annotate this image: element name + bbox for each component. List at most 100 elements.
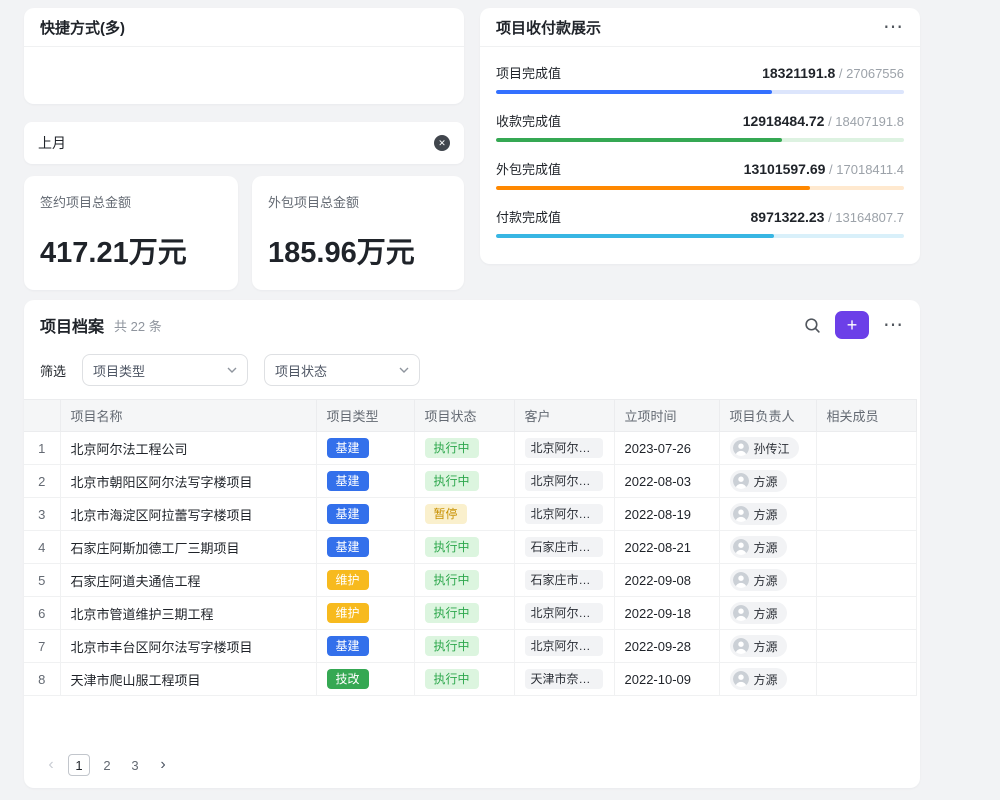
progress-row-line: 外包完成值13101597.69 / 17018411.4 bbox=[496, 159, 904, 179]
project-status-cell[interactable]: 执行中 bbox=[414, 564, 514, 597]
avatar bbox=[733, 539, 749, 555]
project-status-cell[interactable]: 执行中 bbox=[414, 630, 514, 663]
table-more-icon[interactable]: ⋯ bbox=[883, 315, 904, 335]
column-header-project-status[interactable]: 项目状态 bbox=[414, 400, 514, 432]
avatar bbox=[733, 638, 749, 654]
clear-filter-icon[interactable]: ✕ bbox=[434, 135, 450, 151]
project-type-cell[interactable]: 基建 bbox=[316, 498, 414, 531]
project-status-filter-label: 项目状态 bbox=[275, 361, 327, 380]
owner-cell[interactable]: 方源 bbox=[719, 630, 816, 663]
month-filter-select[interactable]: 上月 ✕ bbox=[24, 122, 464, 164]
members-cell[interactable] bbox=[816, 597, 916, 630]
project-name-cell[interactable]: 石家庄阿斯加德工厂三期项目 bbox=[60, 531, 316, 564]
members-cell[interactable] bbox=[816, 630, 916, 663]
customer-cell[interactable]: 北京阿尔法工程公司 bbox=[514, 630, 614, 663]
start-date-cell[interactable]: 2022-10-09 bbox=[614, 663, 719, 696]
members-cell[interactable] bbox=[816, 531, 916, 564]
project-type-cell[interactable]: 基建 bbox=[316, 432, 414, 465]
project-status-cell[interactable]: 执行中 bbox=[414, 663, 514, 696]
project-type-tag: 维护 bbox=[327, 603, 369, 623]
project-type-cell[interactable]: 基建 bbox=[316, 630, 414, 663]
owner-cell[interactable]: 方源 bbox=[719, 498, 816, 531]
column-header-owner[interactable]: 项目负责人 bbox=[719, 400, 816, 432]
payment-more-icon[interactable]: ⋯ bbox=[883, 17, 904, 37]
column-header-customer[interactable]: 客户 bbox=[514, 400, 614, 432]
table-row[interactable]: 5石家庄阿道夫通信工程维护执行中石家庄市A县2022-09-08方源 bbox=[24, 564, 916, 597]
project-status-cell[interactable]: 执行中 bbox=[414, 465, 514, 498]
project-type-cell[interactable]: 基建 bbox=[316, 531, 414, 564]
owner-chip: 方源 bbox=[730, 470, 787, 492]
progress-current-value: 18321191.8 bbox=[762, 65, 835, 81]
table-row[interactable]: 3北京市海淀区阿拉蕾写字楼项目基建暂停北京阿尔法工程公司2022-08-19方源 bbox=[24, 498, 916, 531]
project-status-cell[interactable]: 执行中 bbox=[414, 597, 514, 630]
column-header-members[interactable]: 相关成员 bbox=[816, 400, 916, 432]
customer-cell[interactable]: 石家庄市A县 bbox=[514, 564, 614, 597]
table-row[interactable]: 1北京阿尔法工程公司基建执行中北京阿尔法工程公司2023-07-26孙传江 bbox=[24, 432, 916, 465]
progress-total-value: / 18407191.8 bbox=[824, 114, 904, 129]
members-cell[interactable] bbox=[816, 498, 916, 531]
start-date-cell[interactable]: 2022-09-18 bbox=[614, 597, 719, 630]
progress-row-line: 收款完成值12918484.72 / 18407191.8 bbox=[496, 111, 904, 131]
project-name-cell[interactable]: 石家庄阿道夫通信工程 bbox=[60, 564, 316, 597]
search-icon[interactable] bbox=[804, 317, 821, 334]
start-date-cell[interactable]: 2022-08-21 bbox=[614, 531, 719, 564]
project-name-cell[interactable]: 北京阿尔法工程公司 bbox=[60, 432, 316, 465]
customer-cell[interactable]: 天津市奈文摩尔 bbox=[514, 663, 614, 696]
customer-cell[interactable]: 北京阿尔法工程公司 bbox=[514, 465, 614, 498]
owner-cell[interactable]: 孙传江 bbox=[719, 432, 816, 465]
project-type-filter[interactable]: 项目类型 bbox=[82, 354, 248, 386]
column-header-start-date[interactable]: 立项时间 bbox=[614, 400, 719, 432]
owner-cell[interactable]: 方源 bbox=[719, 465, 816, 498]
add-record-button[interactable]: + bbox=[835, 311, 869, 339]
project-type-cell[interactable]: 技改 bbox=[316, 663, 414, 696]
start-date-cell[interactable]: 2023-07-26 bbox=[614, 432, 719, 465]
start-date-cell[interactable]: 2022-08-03 bbox=[614, 465, 719, 498]
start-date-cell[interactable]: 2022-08-19 bbox=[614, 498, 719, 531]
table-row[interactable]: 8天津市爬山服工程项目技改执行中天津市奈文摩尔2022-10-09方源 bbox=[24, 663, 916, 696]
owner-cell[interactable]: 方源 bbox=[719, 597, 816, 630]
project-name-cell[interactable]: 北京市朝阳区阿尔法写字楼项目 bbox=[60, 465, 316, 498]
start-date-cell[interactable]: 2022-09-28 bbox=[614, 630, 719, 663]
members-cell[interactable] bbox=[816, 564, 916, 597]
customer-cell[interactable]: 石家庄市A县 bbox=[514, 531, 614, 564]
customer-tag: 北京阿尔法工程公司 bbox=[525, 471, 603, 491]
outsourced-amount-card: 外包项目总金额 185.96万元 bbox=[252, 176, 464, 290]
table-row[interactable]: 7北京市丰台区阿尔法写字楼项目基建执行中北京阿尔法工程公司2022-09-28方… bbox=[24, 630, 916, 663]
owner-cell[interactable]: 方源 bbox=[719, 564, 816, 597]
chevron-down-icon bbox=[399, 367, 409, 373]
owner-cell[interactable]: 方源 bbox=[719, 531, 816, 564]
project-name-cell[interactable]: 北京市丰台区阿尔法写字楼项目 bbox=[60, 630, 316, 663]
page-button-2[interactable]: 2 bbox=[96, 754, 118, 776]
project-type-cell[interactable]: 基建 bbox=[316, 465, 414, 498]
members-cell[interactable] bbox=[816, 432, 916, 465]
project-status-cell[interactable]: 执行中 bbox=[414, 531, 514, 564]
next-page-icon[interactable]: › bbox=[152, 754, 174, 776]
customer-cell[interactable]: 北京阿尔法工程公司 bbox=[514, 432, 614, 465]
customer-tag: 石家庄市A县 bbox=[525, 570, 603, 590]
start-date-cell[interactable]: 2022-09-08 bbox=[614, 564, 719, 597]
column-header-project-type[interactable]: 项目类型 bbox=[316, 400, 414, 432]
customer-cell[interactable]: 北京阿尔法工程公司 bbox=[514, 498, 614, 531]
members-cell[interactable] bbox=[816, 465, 916, 498]
project-name-cell[interactable]: 天津市爬山服工程项目 bbox=[60, 663, 316, 696]
prev-page-icon[interactable]: ‹ bbox=[40, 754, 62, 776]
customer-tag: 北京阿尔法工程公司 bbox=[525, 603, 603, 623]
page-button-1[interactable]: 1 bbox=[68, 754, 90, 776]
project-name-cell[interactable]: 北京市管道维护三期工程 bbox=[60, 597, 316, 630]
customer-cell[interactable]: 北京阿尔法工程公司 bbox=[514, 597, 614, 630]
owner-cell[interactable]: 方源 bbox=[719, 663, 816, 696]
project-type-cell[interactable]: 维护 bbox=[316, 564, 414, 597]
project-name-cell[interactable]: 北京市海淀区阿拉蕾写字楼项目 bbox=[60, 498, 316, 531]
avatar bbox=[733, 473, 749, 489]
project-status-filter[interactable]: 项目状态 bbox=[264, 354, 420, 386]
project-type-cell[interactable]: 维护 bbox=[316, 597, 414, 630]
members-cell[interactable] bbox=[816, 663, 916, 696]
page-button-3[interactable]: 3 bbox=[124, 754, 146, 776]
table-row[interactable]: 6北京市管道维护三期工程维护执行中北京阿尔法工程公司2022-09-18方源 bbox=[24, 597, 916, 630]
column-header-project-name[interactable]: 项目名称 bbox=[60, 400, 316, 432]
project-status-cell[interactable]: 暂停 bbox=[414, 498, 514, 531]
table-row[interactable]: 4石家庄阿斯加德工厂三期项目基建执行中石家庄市A县2022-08-21方源 bbox=[24, 531, 916, 564]
avatar bbox=[733, 572, 749, 588]
project-status-cell[interactable]: 执行中 bbox=[414, 432, 514, 465]
table-row[interactable]: 2北京市朝阳区阿尔法写字楼项目基建执行中北京阿尔法工程公司2022-08-03方… bbox=[24, 465, 916, 498]
